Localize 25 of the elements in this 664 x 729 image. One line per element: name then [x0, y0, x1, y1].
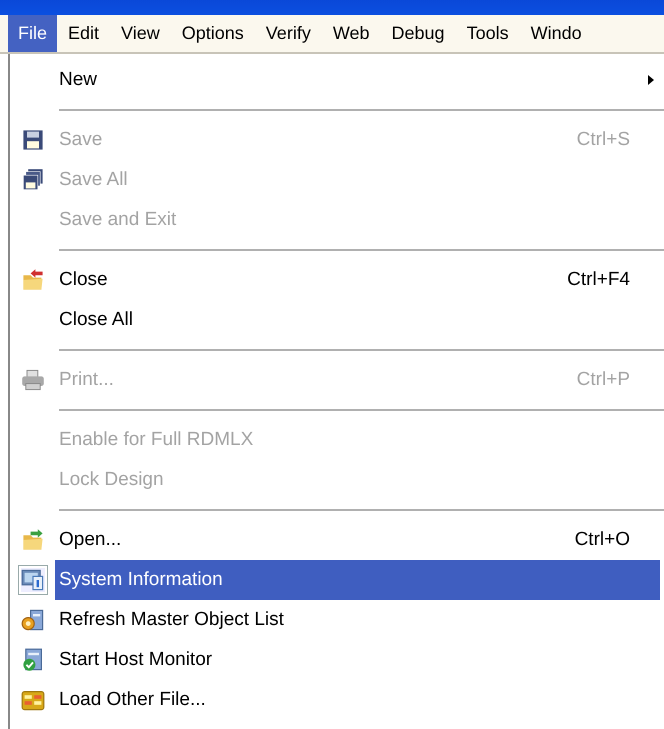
- menu-item[interactable]: System Information: [55, 560, 660, 600]
- menu-bar-item[interactable]: Verify: [254, 15, 322, 52]
- menu-bar-item[interactable]: File: [8, 15, 58, 52]
- server-check-icon: [20, 648, 44, 672]
- menu-bar-item[interactable]: Edit: [57, 15, 110, 52]
- menu-item[interactable]: New: [55, 60, 660, 100]
- gear-server-icon: [20, 608, 44, 632]
- menu-bar-item[interactable]: Web: [322, 15, 381, 52]
- grid-file-icon: [20, 688, 44, 712]
- folder-arrow-icon: [20, 528, 44, 552]
- menu-item[interactable]: Close Ctrl+F4: [55, 260, 660, 300]
- menu-item[interactable]: Refresh Master Object List: [55, 600, 660, 640]
- printer-icon: [20, 368, 44, 392]
- menu-item[interactable]: Open... Ctrl+O: [55, 520, 660, 560]
- folder-arrow-icon: [20, 268, 44, 292]
- menu-bar-item[interactable]: View: [110, 15, 171, 52]
- menu-item[interactable]: Close All: [55, 300, 660, 340]
- stacked-disks-icon: [20, 168, 44, 192]
- menu-item[interactable]: Load Other File...: [55, 680, 660, 720]
- menu-bar-item[interactable]: Debug: [380, 15, 456, 52]
- menu-bar-item[interactable]: Tools: [456, 15, 520, 52]
- menu-bar-item[interactable]: Options: [170, 15, 255, 52]
- monitor-window-icon: [20, 568, 44, 592]
- menu-bar-item[interactable]: Windo: [520, 15, 593, 52]
- menu-item[interactable]: Start Host Monitor: [55, 640, 660, 680]
